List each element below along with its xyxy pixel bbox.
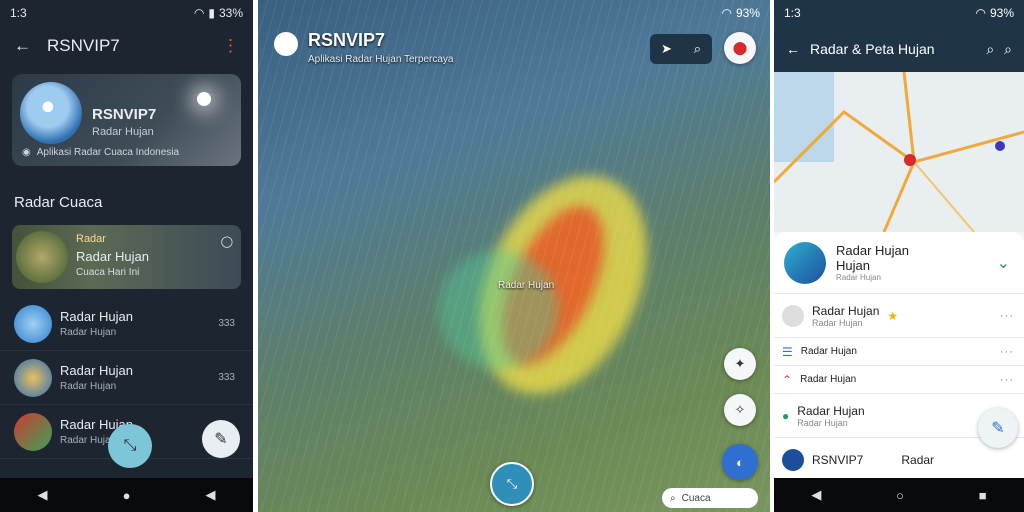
- screen-app-home: 1:3 ◠ ▮ 33% ← RSNVIP7 ⋮ RSNVIP7 Radar Hu…: [0, 0, 253, 512]
- share-fab[interactable]: ⤡: [108, 424, 152, 468]
- nav-bar: ◀ ○ ■: [774, 478, 1024, 512]
- list-item[interactable]: ⌃ Radar Hujan ···: [774, 366, 1024, 394]
- status-time: 1:3: [10, 6, 27, 20]
- location-icon: ◉: [22, 147, 31, 158]
- route-map[interactable]: [774, 71, 1024, 233]
- home-nav-icon[interactable]: ○: [896, 488, 904, 503]
- back-nav-icon[interactable]: ◀: [38, 487, 48, 503]
- map-subtitle: Aplikasi Radar Hujan Terpercaya: [308, 54, 454, 65]
- edit-fab[interactable]: ✎: [978, 408, 1018, 448]
- hero-subtitle: Radar Hujan: [92, 126, 154, 138]
- section-title: Radar Cuaca: [14, 194, 103, 211]
- featured-card[interactable]: Radar Radar Hujan Cuaca Hari Ini ◯: [12, 225, 241, 289]
- app-bar: ← Radar & Peta Hujan ⌕ ⌕: [774, 26, 1024, 72]
- navigate-icon[interactable]: ➤: [661, 41, 672, 57]
- more-icon[interactable]: ···: [1000, 346, 1014, 358]
- hero-footer: ◉ Aplikasi Radar Cuaca Indonesia: [22, 147, 180, 158]
- map-icon: [14, 412, 52, 451]
- wifi-icon: ◠: [975, 6, 986, 20]
- status-bar: 1:3 ◠ ▮ 33%: [0, 0, 253, 26]
- sheet-header[interactable]: Radar Hujan Hujan Radar Hujan ⌄: [774, 232, 1024, 294]
- recents-nav-icon[interactable]: ◀: [205, 487, 215, 503]
- radar-icon: [14, 304, 52, 343]
- compass-button[interactable]: ✦: [724, 348, 756, 380]
- signal-icon: ▮: [208, 6, 215, 20]
- map-title: RSNVIP7: [308, 30, 386, 50]
- wifi-icon: ◠: [721, 6, 732, 20]
- list-item[interactable]: Radar Hujan Radar Hujan ★ ···: [774, 294, 1024, 338]
- card-thumbnail-icon: [16, 231, 68, 283]
- hero-title: RSNVIP7: [92, 106, 157, 123]
- app-logo-icon: [20, 82, 82, 144]
- status-bar: ◠ 93%: [258, 0, 770, 26]
- screen-radar-map: ◠ 93% RSNVIP7 Aplikasi Radar Hujan Terper…: [258, 0, 770, 512]
- back-arrow-icon[interactable]: ←: [14, 36, 31, 56]
- location-icon: ●: [782, 408, 790, 423]
- layers-button[interactable]: ✧: [724, 394, 756, 426]
- hero-banner[interactable]: RSNVIP7 Radar Hujan ◉ Aplikasi Radar Cua…: [12, 74, 241, 166]
- search-icon[interactable]: ⌕: [986, 41, 994, 58]
- search-icon[interactable]: ⌕: [1004, 41, 1012, 58]
- app-title: Radar & Peta Hujan: [810, 41, 935, 57]
- home-nav-icon[interactable]: ●: [123, 488, 131, 503]
- status-battery: 93%: [735, 6, 760, 20]
- satellite-button[interactable]: ◐: [722, 444, 758, 480]
- user-icon: [782, 304, 804, 327]
- star-icon[interactable]: ★: [887, 309, 898, 323]
- back-nav-icon[interactable]: ◀: [811, 487, 821, 503]
- app-bar: ← RSNVIP7 ⋮: [0, 26, 253, 66]
- status-bar: 1:3 ◠ 93%: [774, 0, 1024, 26]
- toggle-icon[interactable]: ◯: [221, 235, 233, 248]
- more-icon[interactable]: ···: [1000, 310, 1014, 322]
- wifi-icon: ◠: [193, 6, 205, 20]
- radar-logo-icon: [784, 241, 826, 284]
- list-item[interactable]: Radar Hujan Radar Hujan 333: [0, 351, 253, 405]
- chevron-down-icon[interactable]: ⌄: [997, 253, 1010, 273]
- more-icon[interactable]: ···: [1000, 374, 1014, 386]
- route-lines: [774, 71, 1024, 233]
- status-battery: 93%: [989, 6, 1014, 20]
- list-item[interactable]: Radar Hujan Radar Hujan 333: [0, 297, 253, 351]
- more-icon[interactable]: ⋮: [222, 36, 239, 56]
- map-toolbar: ➤ ⌕: [650, 34, 712, 64]
- back-arrow-icon[interactable]: ←: [786, 41, 800, 57]
- search-icon: ⌕: [670, 492, 676, 504]
- status-time: 1:3: [784, 6, 801, 20]
- map-label-center: Radar Hujan: [498, 280, 555, 291]
- status-battery: 33%: [218, 6, 243, 20]
- list-item[interactable]: ☰ Radar Hujan ···: [774, 338, 1024, 366]
- app-badge-icon: [274, 32, 298, 56]
- search-icon[interactable]: ⌕: [694, 41, 701, 57]
- screen-radar-list: 1:3 ◠ 93% ← Radar & Peta Hujan ⌕ ⌕ Radar …: [774, 0, 1024, 512]
- share-fab[interactable]: ⤡: [490, 462, 534, 506]
- location-pin-button[interactable]: ⬤: [724, 32, 756, 64]
- weather-icon: [14, 358, 52, 397]
- radar-logo-icon: [782, 449, 804, 471]
- recents-nav-icon[interactable]: ■: [979, 488, 987, 503]
- light-decoration-icon: [197, 92, 211, 106]
- list-icon: ☰: [782, 344, 793, 359]
- edit-fab[interactable]: ✎: [202, 420, 240, 458]
- nav-bar: ◀ ● ◀: [0, 478, 253, 512]
- app-title: RSNVIP7: [47, 36, 120, 55]
- route-icon: ⌃: [782, 372, 793, 387]
- map-search-bar[interactable]: ⌕ Cuaca: [662, 488, 758, 508]
